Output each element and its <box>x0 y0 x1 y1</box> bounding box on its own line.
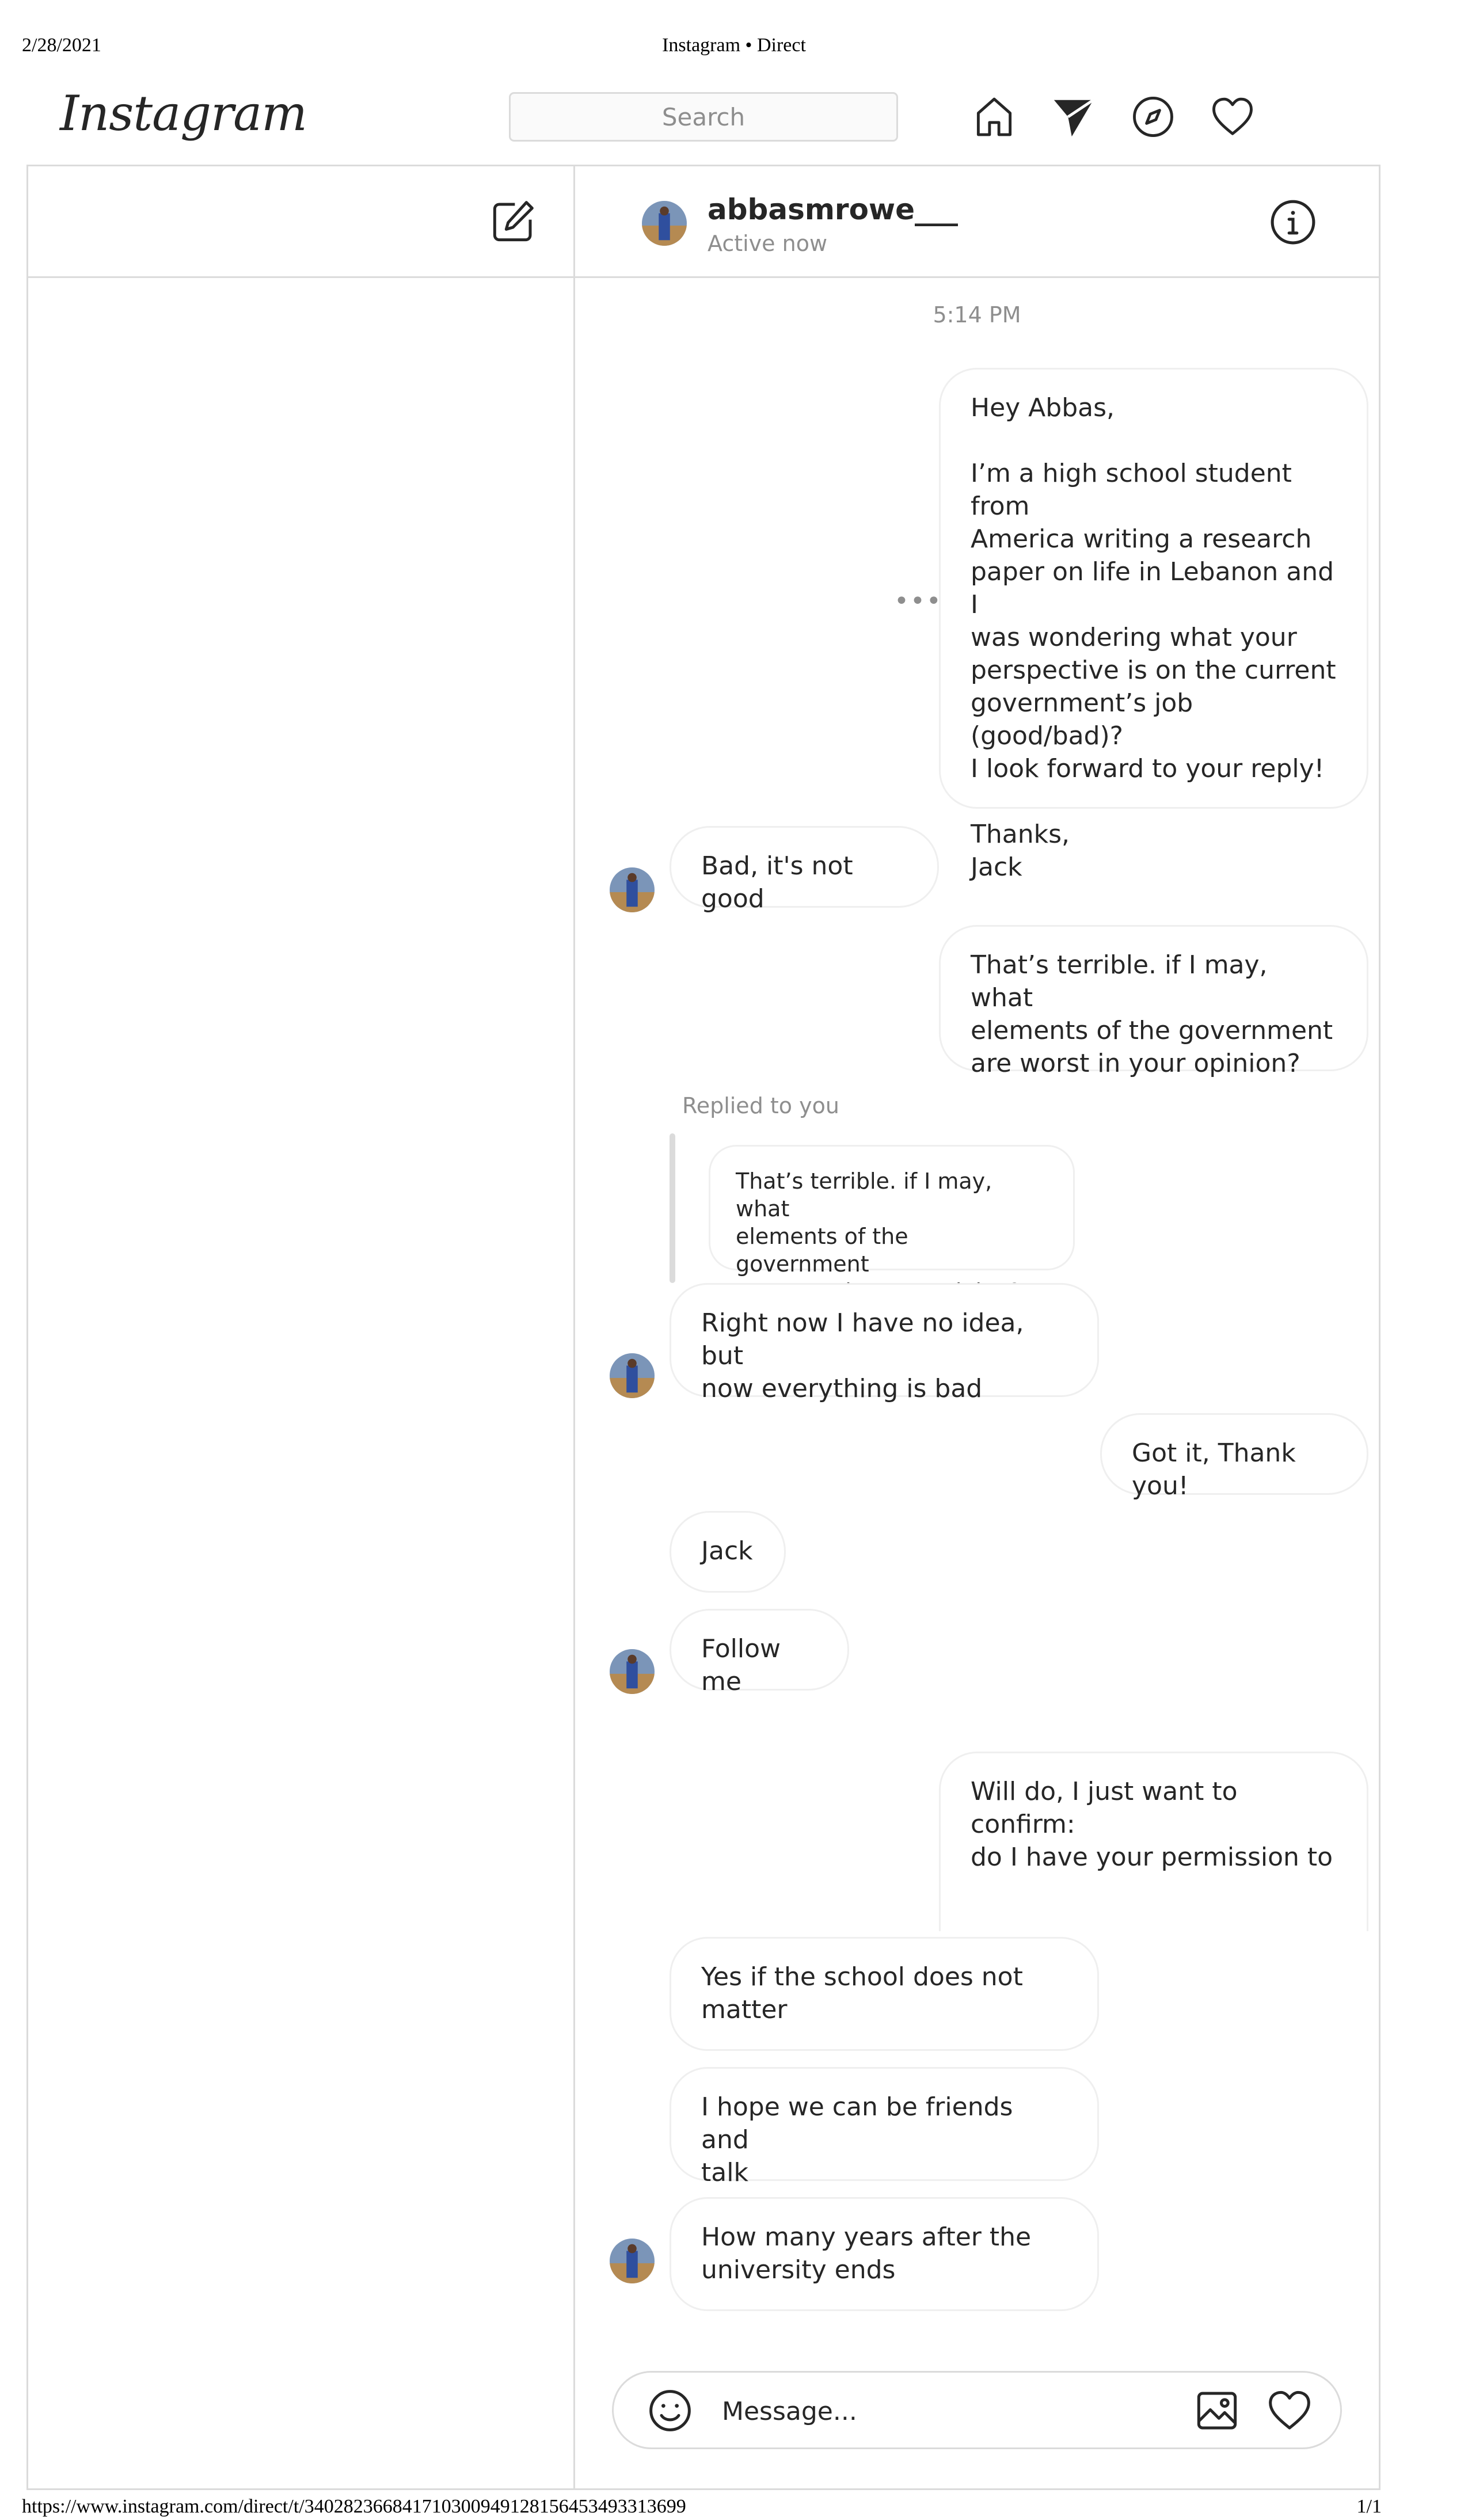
message-timestamp: 5:14 PM <box>933 302 1021 328</box>
received-message-bubble[interactable]: Right now I have no idea, but now everyt… <box>670 1283 1099 1403</box>
sent-message-bubble[interactable]: Hey Abbas, I’m a high school student fro… <box>939 368 1368 882</box>
sent-message-bubble[interactable]: Will do, I just want to confirm: do I ha… <box>939 1752 1368 1931</box>
emoji-icon[interactable] <box>647 2388 693 2434</box>
print-page-title: Instagram • Direct <box>662 35 806 56</box>
more-options-icon[interactable]: ••• <box>894 587 942 616</box>
message-composer[interactable] <box>612 2371 1342 2449</box>
info-icon[interactable] <box>1269 199 1317 246</box>
received-message-bubble[interactable]: Yes if the school does not matter <box>670 1937 1099 2051</box>
reply-quote-bar <box>670 1133 675 1283</box>
conversation-sidebar <box>28 166 575 2488</box>
print-url: https://www.instagram.com/direct/t/34028… <box>22 2496 686 2517</box>
reply-context-label: Replied to you <box>682 1093 839 1118</box>
instagram-logo[interactable]: Instagram <box>60 85 307 142</box>
message-input[interactable] <box>721 2390 1184 2433</box>
avatar[interactable] <box>610 1649 655 1694</box>
heart-icon[interactable] <box>1267 2388 1313 2434</box>
avatar[interactable] <box>610 1353 655 1398</box>
direct-inbox-frame: abbasmrowe___ Active now 5:14 PM ••• Hey… <box>26 165 1380 2490</box>
sent-message-bubble[interactable]: That’s terrible. if I may, what elements… <box>939 925 1368 1078</box>
image-icon[interactable] <box>1194 2388 1240 2434</box>
quoted-message-bubble[interactable]: That’s terrible. if I may, what elements… <box>709 1145 1075 1304</box>
chat-username[interactable]: abbasmrowe___ <box>708 193 958 226</box>
chat-header: abbasmrowe___ Active now <box>575 166 1379 278</box>
search-input[interactable] <box>511 102 896 132</box>
received-message-bubble[interactable]: Follow me <box>670 1609 849 1696</box>
sent-message-bubble[interactable]: Got it, Thank you! <box>1100 1413 1368 1501</box>
sidebar-header <box>28 166 573 278</box>
explore-compass-icon[interactable] <box>1131 94 1176 139</box>
received-message-bubble[interactable]: Jack <box>670 1511 786 1593</box>
received-message-bubble[interactable]: How many years after the university ends <box>670 2197 1099 2311</box>
home-icon[interactable] <box>972 94 1017 139</box>
received-message-bubble[interactable]: Bad, it's not good <box>670 826 939 913</box>
chat-panel: abbasmrowe___ Active now 5:14 PM ••• Hey… <box>575 166 1379 2488</box>
avatar[interactable] <box>610 867 655 912</box>
new-message-icon[interactable] <box>490 199 536 245</box>
avatar[interactable] <box>610 2239 655 2283</box>
received-message-bubble[interactable]: I hope we can be friends and talk <box>670 2067 1099 2187</box>
avatar[interactable] <box>642 201 687 246</box>
activity-heart-icon[interactable] <box>1210 94 1255 139</box>
print-page-number: 1/1 <box>1356 2496 1382 2517</box>
chat-active-status: Active now <box>708 231 828 256</box>
direct-paper-plane-icon[interactable] <box>1051 94 1096 139</box>
search-box[interactable] <box>509 92 898 142</box>
